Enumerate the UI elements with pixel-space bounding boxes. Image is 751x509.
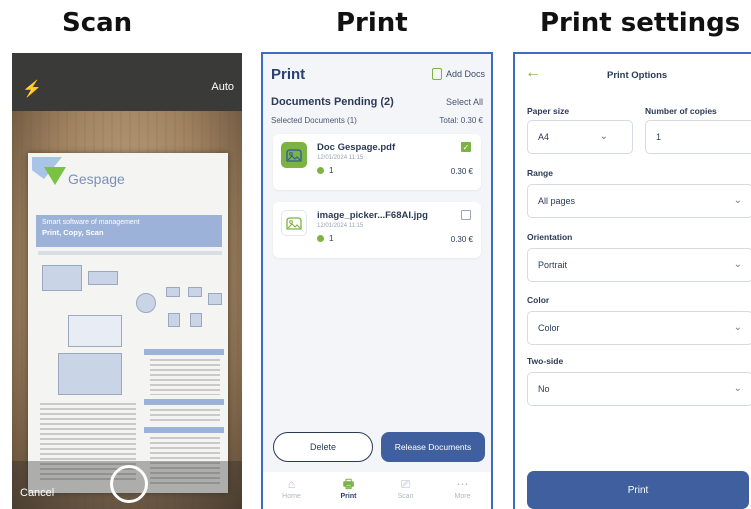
nav-item-home[interactable]: ⌂ Home (272, 478, 312, 500)
print-settings-heading: Print settings (540, 8, 741, 38)
mock-heading-3 (144, 427, 224, 433)
image-icon (281, 142, 307, 168)
cancel-button[interactable]: Cancel (20, 487, 54, 499)
chevron-down-icon: ⌄ (733, 383, 742, 394)
mock-heading-2 (144, 399, 224, 405)
mock-device-5 (168, 313, 180, 327)
mock-screen-4 (58, 353, 122, 395)
document-checkbox[interactable]: ✓ (461, 142, 471, 152)
total-price: Total: 0.30 € (439, 116, 483, 125)
document-date: 12/01/2024 11:15 (317, 223, 364, 229)
nav-item-print[interactable]: 🖶 Print (329, 478, 369, 500)
copies-value: 1 (656, 132, 662, 142)
two-side-label: Two-side (527, 356, 564, 366)
bolt-icon[interactable]: ⚡ (22, 79, 42, 99)
printer-icon: 🖶 (342, 477, 355, 491)
document-date: 12/01/2024 11:15 (317, 155, 364, 161)
flash-auto-label[interactable]: Auto (211, 81, 234, 93)
print-heading: Print (336, 8, 408, 38)
orientation-value: Portrait (538, 260, 568, 270)
document-card[interactable]: Doc Gespage.pdf 12/01/2024 11:15 1 0.30 … (273, 134, 481, 190)
scan-heading: Scan (62, 8, 133, 38)
copies-icon (317, 235, 324, 242)
mock-screen-1 (42, 265, 82, 291)
color-label: Color (527, 295, 550, 305)
paper-size-label: Paper size (527, 106, 570, 116)
shutter-button[interactable] (110, 465, 148, 503)
add-document-icon (431, 68, 442, 80)
document-copies: 1 (329, 234, 334, 243)
chevron-down-icon: ⌄ (733, 259, 742, 270)
chevron-down-icon: ⌄ (599, 131, 608, 142)
page-title: Print (271, 66, 306, 83)
gespage-logo-leaf (44, 167, 66, 185)
document-tagline (38, 251, 222, 255)
orientation-label: Orientation (527, 232, 573, 242)
copies-input[interactable]: 1 (645, 120, 751, 154)
orientation-select[interactable]: Portrait ⌄ (527, 248, 751, 282)
document-brand: Gespage (68, 171, 125, 187)
nav-label: More (454, 493, 471, 500)
mock-heading-1 (144, 349, 224, 355)
banner-line2: Print, Copy, Scan (42, 228, 104, 237)
document-price: 0.30 € (450, 235, 473, 244)
document-banner: Smart software of management Print, Copy… (36, 215, 222, 247)
chevron-down-icon: ⌄ (733, 322, 742, 333)
mock-device-4 (208, 293, 222, 305)
bullet-list-2 (150, 409, 220, 423)
document-copies: 1 (329, 166, 334, 175)
color-select[interactable]: Color ⌄ (527, 311, 751, 345)
two-side-value: No (538, 384, 550, 394)
copies-label: Number of copies (645, 106, 717, 116)
mock-screen-2 (88, 271, 118, 285)
range-label: Range (527, 168, 553, 178)
mock-screen-3 (68, 315, 122, 347)
nav-label: Scan (397, 493, 414, 500)
release-documents-button[interactable]: Release Documents (381, 432, 485, 462)
documents-pending-heading: Documents Pending (2) (271, 96, 394, 108)
nav-item-more[interactable]: ⋯ More (443, 478, 483, 500)
nav-item-scan[interactable]: ⎚ Scan (386, 478, 426, 500)
range-value: All pages (538, 196, 576, 206)
home-icon: ⌂ (287, 477, 296, 491)
mock-device-2 (166, 287, 180, 297)
mock-device-3 (188, 287, 202, 297)
page-title: Print Options (607, 70, 668, 81)
two-side-select[interactable]: No ⌄ (527, 372, 751, 406)
document-name: Doc Gespage.pdf (317, 142, 396, 153)
camera-topbar (12, 53, 242, 111)
selected-documents-count: Selected Documents (1) (271, 116, 357, 125)
nav-label: Print (340, 493, 357, 500)
add-docs-label: Add Docs (445, 69, 485, 79)
select-all-button[interactable]: Select All (446, 97, 483, 107)
mock-device-6 (190, 313, 202, 327)
scanned-document: Gespage Smart software of management Pri… (28, 153, 228, 493)
back-arrow-icon[interactable]: ← (525, 64, 541, 82)
print-settings-screen: ← Print Options Paper size A4 ⌄ Number o… (513, 52, 751, 509)
scan-icon: ⎚ (400, 477, 411, 491)
delete-button[interactable]: Delete (273, 432, 373, 462)
mock-device-1 (136, 293, 156, 313)
print-button[interactable]: Print (527, 471, 749, 509)
paper-size-value: A4 (538, 132, 550, 142)
nav-label: Home (282, 493, 301, 500)
add-docs-button[interactable]: Add Docs (431, 68, 485, 80)
bottom-nav: ⌂ Home 🖶 Print ⎚ Scan ⋯ More (263, 472, 491, 509)
document-name: image_picker...F68AI.jpg (317, 210, 428, 221)
paper-size-select[interactable]: A4 ⌄ (527, 120, 633, 154)
copies-icon (317, 167, 324, 174)
print-screen: Print Add Docs Documents Pending (2) Sel… (261, 52, 493, 509)
document-card[interactable]: image_picker...F68AI.jpg 12/01/2024 11:1… (273, 202, 481, 258)
bullet-list-1 (150, 359, 220, 395)
image-icon (281, 210, 307, 236)
document-checkbox[interactable] (461, 210, 471, 220)
range-select[interactable]: All pages ⌄ (527, 184, 751, 218)
document-price: 0.30 € (450, 167, 473, 176)
scan-screen: ⚡ Auto Gespage Smart software of managem… (12, 53, 242, 509)
more-icon: ⋯ (456, 477, 469, 491)
chevron-down-icon: ⌄ (733, 195, 742, 206)
banner-line1: Smart software of management (42, 219, 140, 226)
color-value: Color (538, 323, 560, 333)
